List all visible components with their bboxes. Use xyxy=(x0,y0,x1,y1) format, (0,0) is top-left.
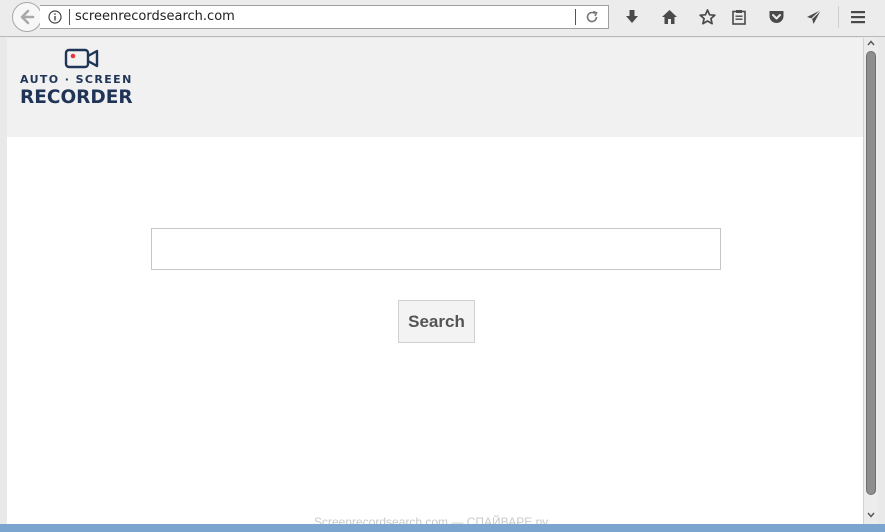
reload-separator xyxy=(575,9,576,25)
logo-bottom-line: RECORDER xyxy=(20,87,133,108)
hamburger-menu-icon[interactable] xyxy=(850,9,866,25)
search-button[interactable]: Search xyxy=(398,300,475,343)
back-button[interactable] xyxy=(12,2,42,32)
site-logo[interactable]: AUTO · SCREEN RECORDER xyxy=(20,47,145,111)
url-separator xyxy=(69,9,70,25)
vertical-scrollbar[interactable] xyxy=(863,38,878,524)
back-arrow-icon xyxy=(20,9,35,25)
scroll-down-icon[interactable] xyxy=(867,512,875,518)
browser-window: screenrecordsearch.com AUTO · SCREEN REC… xyxy=(0,0,885,532)
video-camera-icon xyxy=(64,48,99,69)
home-icon[interactable] xyxy=(661,9,678,25)
watermark-text: Screenrecordsearch.com — СПАЙВАРЕ.ру xyxy=(314,515,549,524)
scroll-up-icon[interactable] xyxy=(867,40,875,46)
download-icon[interactable] xyxy=(624,9,640,25)
logo-top-line: AUTO · SCREEN xyxy=(20,73,133,86)
send-icon[interactable] xyxy=(806,9,822,25)
star-icon[interactable] xyxy=(699,9,716,25)
search-input[interactable] xyxy=(151,228,721,270)
reload-icon[interactable] xyxy=(585,10,599,24)
url-bar[interactable]: screenrecordsearch.com xyxy=(40,5,609,29)
info-icon[interactable] xyxy=(48,10,62,24)
pocket-icon[interactable] xyxy=(768,9,785,25)
site-header: AUTO · SCREEN RECORDER xyxy=(7,38,863,137)
page-content: AUTO · SCREEN RECORDER Search Screenreco… xyxy=(7,38,863,524)
clipboard-icon[interactable] xyxy=(731,9,747,25)
scroll-thumb[interactable] xyxy=(866,51,876,495)
desktop-background xyxy=(0,524,885,532)
browser-toolbar: screenrecordsearch.com xyxy=(0,0,885,37)
url-text[interactable]: screenrecordsearch.com xyxy=(75,9,235,25)
toolbar-divider xyxy=(838,6,839,28)
